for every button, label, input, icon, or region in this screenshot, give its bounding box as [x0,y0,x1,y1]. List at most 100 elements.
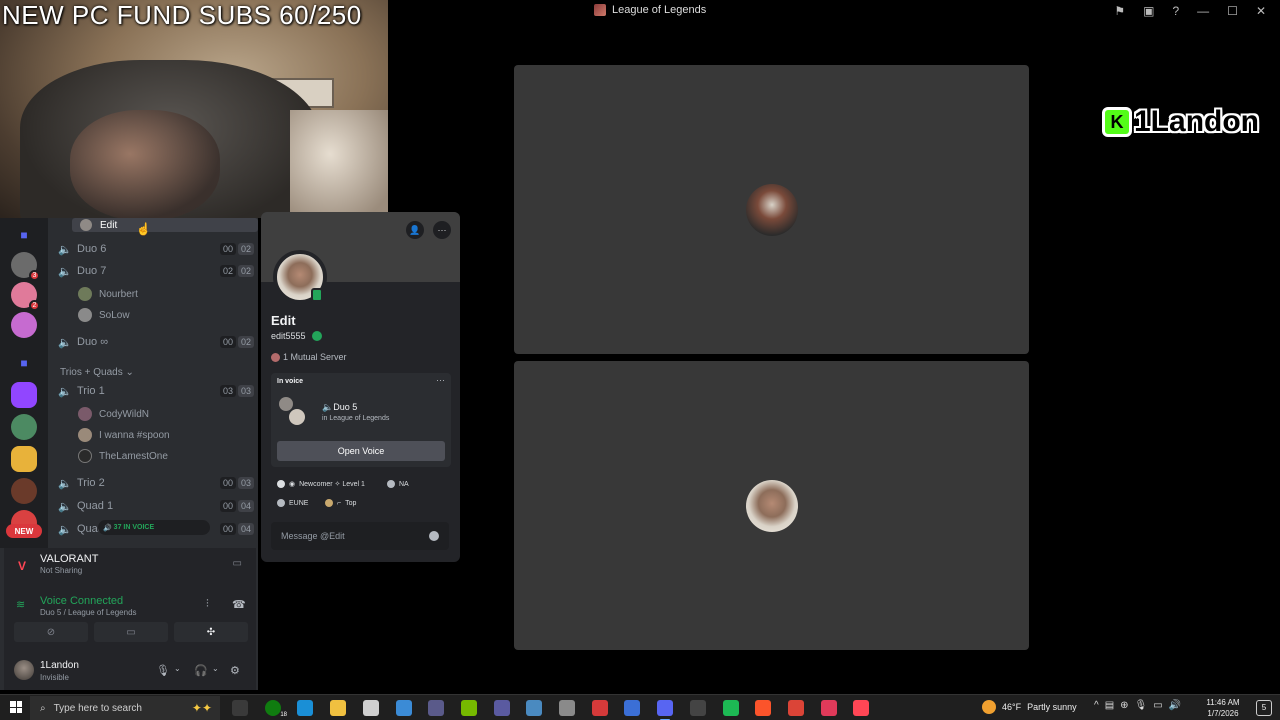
file-explorer-icon[interactable] [330,700,346,716]
voice-connected-panel: ≋ Voice Connected Duo 5 / League of Lege… [4,588,256,620]
voice-channel-quad-1[interactable]: 🔈 Quad 1 00 04 [58,496,254,516]
server-avatar[interactable] [11,414,37,440]
member-avatar [279,397,293,411]
app-icon[interactable] [821,700,837,716]
chevron-up-icon[interactable]: ^ [1094,700,1099,711]
avatar[interactable] [14,660,34,680]
temperature: 46°F [1002,702,1022,712]
server-avatar[interactable]: 3 [11,252,40,281]
edge-icon[interactable] [297,700,313,716]
app-icon[interactable] [363,700,379,716]
notification-icon[interactable]: 5 [1256,700,1272,716]
app-icon[interactable] [690,700,706,716]
mouse-cursor-icon: ☝ [136,222,151,236]
mutual-servers[interactable]: 1 Mutual Server [271,352,347,362]
signal-icon[interactable]: ≋ [16,598,25,611]
camera-button[interactable]: ⊘ [14,622,88,642]
weather-widget[interactable]: 46°F Partly sunny [982,700,1077,714]
media-icon[interactable] [494,700,510,716]
discord-icon[interactable] [657,700,673,720]
voice-channel-trio-2[interactable]: 🔈 Trio 2 00 03 [58,473,254,493]
microphone-icon[interactable]: 🎙 [1135,700,1148,711]
twitch-icon[interactable] [11,382,37,408]
start-button[interactable] [10,701,22,713]
app-icon[interactable] [428,700,444,716]
calculator-icon[interactable] [526,700,542,716]
voice-member[interactable]: CodyWildN [78,405,149,423]
tray-icon[interactable]: ⊕ [1120,700,1128,711]
category-trios-quads[interactable]: Trios + Quads ⌄ [60,367,134,378]
voice-channel-duo-6[interactable]: 🔈 Duo 6 00 02 [58,239,254,259]
user-count: 00 02 [219,336,254,348]
voice-channel-path[interactable]: Duo 5 / League of Legends [40,608,137,617]
noise-suppression-icon[interactable]: ⫶ [206,598,209,611]
server-avatar[interactable]: 2 [11,282,40,311]
network-icon[interactable]: ▭ [1153,700,1162,711]
in-voice-pill[interactable]: 🔊 37 IN VOICE [98,520,210,535]
message-input[interactable]: Message @Edit [271,522,449,550]
headphones-icon[interactable]: 🎧 [194,664,208,677]
tray-icon[interactable]: ▤ [1105,700,1114,711]
voice-tile[interactable] [514,65,1029,354]
settings-icon[interactable] [559,700,575,716]
server-avatar[interactable] [11,312,37,338]
xbox-icon[interactable]: 18 [265,700,287,718]
voice-member[interactable]: I wanna #spoon [78,426,170,444]
xbox-badge: 18 [280,712,287,718]
activities-button[interactable]: ✣ [174,622,248,642]
activity-panel[interactable]: V VALORANT Not Sharing ▭ [4,548,256,580]
new-badge[interactable]: NEW [6,524,42,538]
member-avatar [78,449,92,463]
more-icon[interactable]: ··· [436,375,445,385]
flag-icon[interactable]: ⚑ [1114,4,1125,18]
chevron-down-icon[interactable]: ⌄ [174,664,181,673]
member-avatar [78,407,92,421]
screen-share-button[interactable]: ▭ [94,622,168,642]
fund-banner: NEW PC FUND SUBS 60/250 [2,0,362,30]
more-options-icon[interactable]: ··· [433,221,451,239]
voice-status: Voice Connected [40,595,124,607]
voice-channel-trio-1[interactable]: 🔈 Trio 1 03 03 [58,381,254,401]
tag-dot [325,499,333,507]
folder-icon[interactable]: ■ [11,350,37,376]
emoji-icon[interactable] [429,531,439,541]
member-avatar [78,428,92,442]
voice-member[interactable]: Nourbert [78,285,138,303]
app-icon[interactable] [592,700,608,716]
server-avatar[interactable] [11,446,37,472]
close-icon[interactable]: ✕ [1256,4,1266,18]
chevron-down-icon[interactable]: ⌄ [212,664,219,673]
app-icon[interactable] [624,700,640,716]
voice-channel-duo-7[interactable]: 🔈 Duo 7 02 02 [58,261,254,281]
chrome-icon[interactable] [788,700,804,716]
participant-avatar [745,183,798,236]
valorant-icon: V [18,559,27,573]
voice-tile[interactable] [514,361,1029,650]
voice-member[interactable]: TheLamestOne [78,447,168,465]
valorant-icon[interactable] [853,700,869,716]
store-icon[interactable] [396,700,412,716]
voice-channel-duo-inf[interactable]: 🔈 Duo ∞ 00 02 [58,332,254,352]
folder-icon[interactable]: ■ [11,222,37,248]
voice-member[interactable]: SoLow [78,306,130,324]
open-voice-button[interactable]: Open Voice [277,441,445,461]
screen-share-icon[interactable]: ▭ [233,558,242,569]
server-avatar[interactable] [11,478,37,504]
clock[interactable]: 11:46 AM 1/7/2026 [1200,697,1246,719]
brave-icon[interactable] [755,700,771,716]
spotify-icon[interactable] [723,700,739,716]
voice-member-edit[interactable]: Edit [72,218,258,232]
disconnect-icon[interactable]: ☎ [232,598,246,611]
add-friend-icon[interactable]: 👤 [406,221,424,239]
screen-icon[interactable]: ▣ [1143,4,1154,18]
microphone-icon[interactable]: 🎙 [156,664,170,677]
gear-icon[interactable]: ⚙ [230,664,240,677]
task-view-icon[interactable] [232,700,248,716]
taskbar-search[interactable]: ⌕ Type here to search ✦✦ [30,696,220,720]
volume-icon[interactable]: 🔊 [1169,700,1181,711]
minimize-icon[interactable]: — [1197,4,1209,18]
maximize-icon[interactable]: ☐ [1227,4,1238,18]
nvidia-icon[interactable] [461,700,477,716]
help-icon[interactable]: ? [1172,4,1179,18]
username[interactable]: 1Landon [40,660,79,671]
